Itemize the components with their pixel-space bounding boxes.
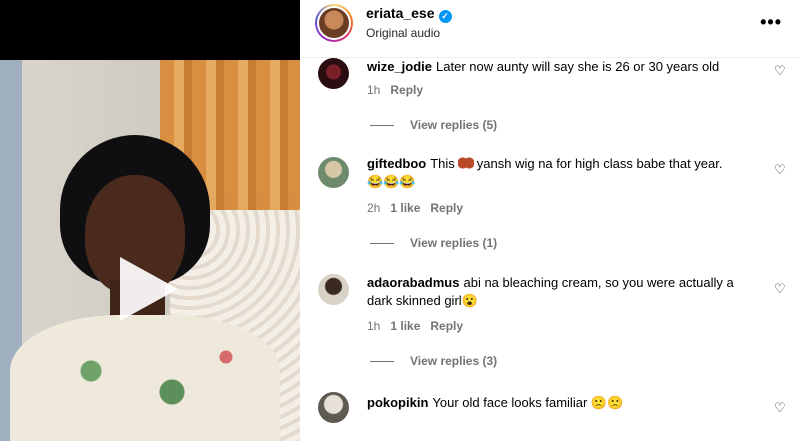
video-player[interactable] <box>0 0 300 441</box>
view-replies-label[interactable]: View replies (5) <box>410 118 497 132</box>
commenter-username[interactable]: wize_jodie <box>367 59 432 74</box>
comment-content-end: yansh wig na for high class babe that ye… <box>476 156 723 171</box>
like-heart-icon[interactable]: ♡ <box>774 282 786 295</box>
comment-content: Your old face looks familiar 🙁🙁 <box>432 395 624 410</box>
replies-divider <box>370 125 394 127</box>
view-replies-label[interactable]: View replies (3) <box>410 354 497 368</box>
replies-divider <box>370 243 394 245</box>
comment-text: wize_jodie Later now aunty will say she i… <box>367 58 762 76</box>
play-icon[interactable] <box>120 257 178 321</box>
comment-time: 2h <box>367 201 381 215</box>
view-replies-label[interactable]: View replies (1) <box>410 236 497 250</box>
comment-meta: 1h Reply <box>367 83 433 97</box>
reply-button[interactable]: Reply <box>390 83 423 97</box>
verified-icon: ✓ <box>438 10 452 23</box>
commenter-username[interactable]: adaorabadmus <box>367 275 459 290</box>
author-avatar[interactable] <box>315 4 353 42</box>
commenter-username[interactable]: giftedboo <box>367 156 426 171</box>
subject-dress <box>10 315 280 441</box>
commenter-avatar[interactable] <box>318 58 349 89</box>
audio-label[interactable]: Original audio <box>366 26 440 40</box>
comment-meta: 2h 1 like Reply <box>367 201 473 215</box>
post-header: eriata_ese ✓ Original audio ••• <box>300 0 800 58</box>
commenter-avatar[interactable] <box>318 274 349 305</box>
video-frame[interactable] <box>0 60 300 441</box>
comment-time: 1h <box>367 83 381 97</box>
like-heart-icon[interactable]: ♡ <box>774 64 786 77</box>
commenter-avatar[interactable] <box>318 392 349 423</box>
view-replies-button[interactable]: View replies (1) <box>370 236 497 250</box>
comment-time: 1h <box>367 319 381 333</box>
reply-button[interactable]: Reply <box>430 319 463 333</box>
commenter-avatar[interactable] <box>318 157 349 188</box>
comment-content-start: This <box>430 156 455 171</box>
comment-text: giftedboo This yansh wig na for high class… <box>367 155 762 191</box>
butterfly-emoji-icon <box>457 157 474 169</box>
author-username-text[interactable]: eriata_ese <box>366 5 435 21</box>
reply-button[interactable]: Reply <box>430 201 463 215</box>
replies-divider <box>370 361 394 363</box>
comment-text: pokopikin Your old face looks familiar 🙁🙁 <box>367 394 762 412</box>
reel-viewer: eriata_ese ✓ Original audio ••• wize_jodi… <box>0 0 800 441</box>
like-count[interactable]: 1 like <box>390 319 420 333</box>
laughing-emoji-icon: 😂😂😂 <box>367 174 416 189</box>
view-replies-button[interactable]: View replies (5) <box>370 118 497 132</box>
view-replies-button[interactable]: View replies (3) <box>370 354 497 368</box>
comment-meta: 1h 1 like Reply <box>367 319 473 333</box>
comments-panel: eriata_ese ✓ Original audio ••• wize_jodi… <box>300 0 800 441</box>
like-heart-icon[interactable]: ♡ <box>774 163 786 176</box>
more-options-icon[interactable]: ••• <box>760 12 782 33</box>
comment-content: Later now aunty will say she is 26 or 30… <box>436 59 720 74</box>
like-heart-icon[interactable]: ♡ <box>774 401 786 414</box>
like-count[interactable]: 1 like <box>390 201 420 215</box>
author-username[interactable]: eriata_ese ✓ <box>366 5 452 23</box>
comment-text: adaorabadmus abi na bleaching cream, so y… <box>367 274 762 310</box>
commenter-username[interactable]: pokopikin <box>367 395 428 410</box>
